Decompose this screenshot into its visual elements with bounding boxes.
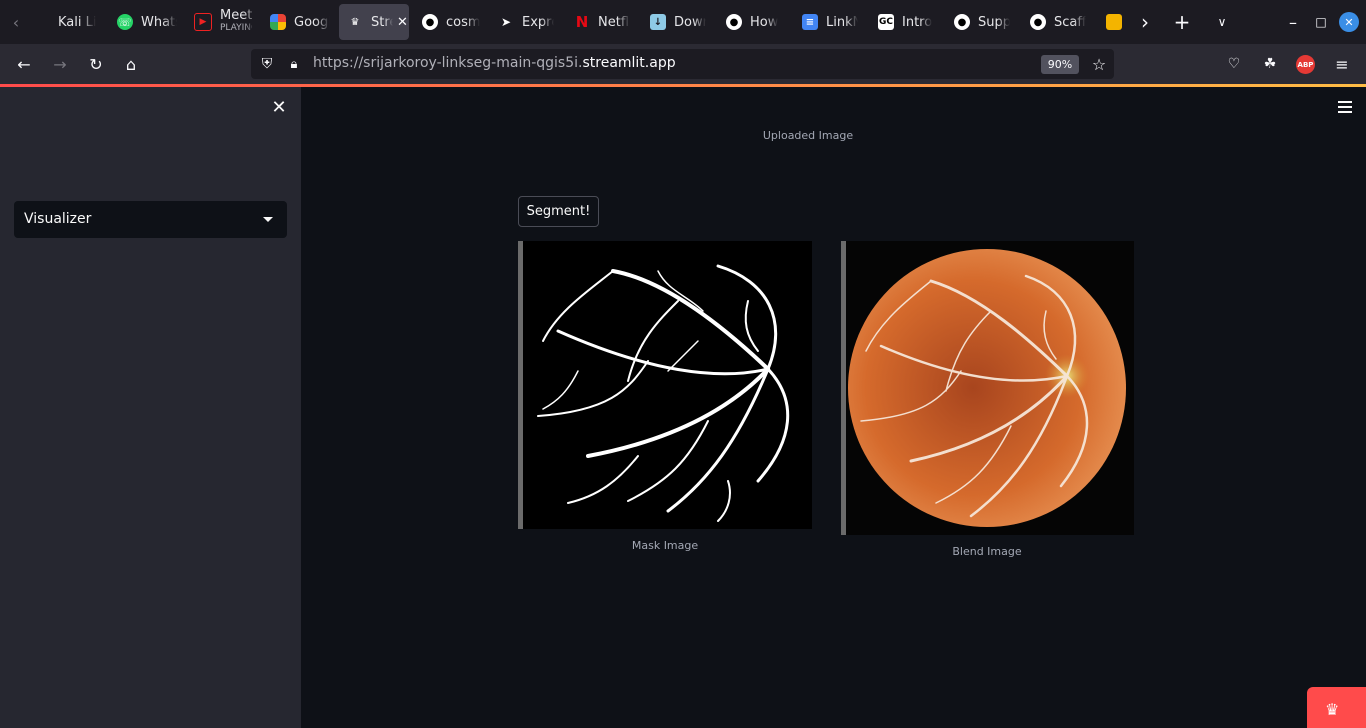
tab-download[interactable]: ↓ Download xyxy=(650,4,706,40)
pocket-icon[interactable]: ♡ xyxy=(1224,54,1244,74)
app-menu-icon[interactable]: ≡ xyxy=(1332,54,1352,74)
zoom-level[interactable]: 90% xyxy=(1041,55,1079,74)
home-icon[interactable]: ⌂ xyxy=(121,54,141,74)
maximize-icon[interactable]: □ xyxy=(1312,12,1330,32)
tab-scroll-left-icon[interactable]: ‹ xyxy=(8,13,24,32)
bookmark-star-icon[interactable]: ☆ xyxy=(1089,54,1109,74)
close-sidebar-icon[interactable]: ✕ xyxy=(270,97,288,118)
blend-image xyxy=(841,241,1134,535)
url-text[interactable]: https://srijarkoroy-linkseg-main-qgis5i.… xyxy=(313,55,676,71)
close-tab-icon[interactable]: ✕ xyxy=(397,15,408,30)
slides-icon xyxy=(1106,14,1122,30)
new-tab-icon[interactable]: + xyxy=(1172,10,1192,34)
kali-icon xyxy=(34,14,50,30)
gc-icon: GC xyxy=(878,14,894,30)
back-icon[interactable]: ← xyxy=(14,54,34,74)
tab-scaffold[interactable]: ● Scaffold xyxy=(1030,4,1086,40)
github-icon: ● xyxy=(726,14,742,30)
tab-how[interactable]: ● How xyxy=(726,4,782,40)
tab-netflix[interactable]: N Netflix xyxy=(574,4,630,40)
docs-icon: ≡ xyxy=(802,14,818,30)
mask-image xyxy=(518,241,812,529)
tab-support[interactable]: ● Support xyxy=(954,4,1010,40)
github-icon: ● xyxy=(954,14,970,30)
tab-streamlit[interactable]: ♛ Streamlit ✕ xyxy=(339,4,409,40)
tab-intro[interactable]: GC Intro xyxy=(878,4,934,40)
tab-bar: ‹ Kali Linux ☏ WhatsApp ▶ Meet PLAYING G… xyxy=(0,0,1366,44)
minimize-icon[interactable]: – xyxy=(1284,12,1302,32)
adblock-icon[interactable]: ABP xyxy=(1296,55,1315,74)
fundus-blend-graphic xyxy=(848,249,1126,527)
vessel-mask-graphic xyxy=(537,264,790,522)
mode-select-value: Visualizer xyxy=(24,211,92,227)
tab-express[interactable]: ➤ Express xyxy=(498,4,554,40)
tab-scroll-right-icon[interactable]: › xyxy=(1137,10,1153,34)
list-tabs-icon[interactable]: ∨ xyxy=(1212,12,1232,32)
github-icon: ● xyxy=(1030,14,1046,30)
forward-icon[interactable]: → xyxy=(50,54,70,74)
tab-cosmos[interactable]: ● cosmos xyxy=(422,4,480,40)
github-icon: ● xyxy=(422,14,438,30)
tab-slides[interactable]: G xyxy=(1106,4,1130,40)
google-icon xyxy=(270,14,286,30)
main-menu-icon[interactable] xyxy=(1338,101,1352,113)
caret-down-icon[interactable] xyxy=(263,217,273,222)
mask-image-caption: Mask Image xyxy=(631,539,699,552)
window-close-icon[interactable]: ✕ xyxy=(1339,12,1359,32)
tab-linkn[interactable]: ≡ LinkN xyxy=(802,4,858,40)
sidebar xyxy=(0,87,301,728)
crown-icon: ♛ xyxy=(1325,700,1340,719)
streamlit-icon: ♛ xyxy=(350,16,360,28)
tab-kali[interactable]: Kali Linux xyxy=(34,4,96,40)
tab-whatsapp[interactable]: ☏ WhatsApp xyxy=(117,4,177,40)
shield-icon[interactable]: ⛨ xyxy=(258,55,276,73)
streamlit-badge[interactable]: ♛ xyxy=(1307,687,1366,728)
reload-icon[interactable]: ↻ xyxy=(86,54,106,74)
blend-image-caption: Blend Image xyxy=(952,545,1022,558)
tab-google[interactable]: Google xyxy=(270,4,330,40)
lock-icon[interactable]: 🔒︎ xyxy=(286,55,302,73)
uploaded-image-caption: Uploaded Image xyxy=(762,129,854,142)
download-icon: ↓ xyxy=(650,14,666,30)
express-icon: ➤ xyxy=(500,15,512,29)
meet-icon: ▶ xyxy=(194,13,212,31)
segment-button[interactable]: Segment! xyxy=(518,196,599,227)
netflix-icon: N xyxy=(575,13,589,31)
extension-icon[interactable]: ☘ xyxy=(1260,54,1280,74)
tab-meet[interactable]: ▶ Meet PLAYING xyxy=(194,4,252,40)
whatsapp-icon: ☏ xyxy=(117,14,133,30)
